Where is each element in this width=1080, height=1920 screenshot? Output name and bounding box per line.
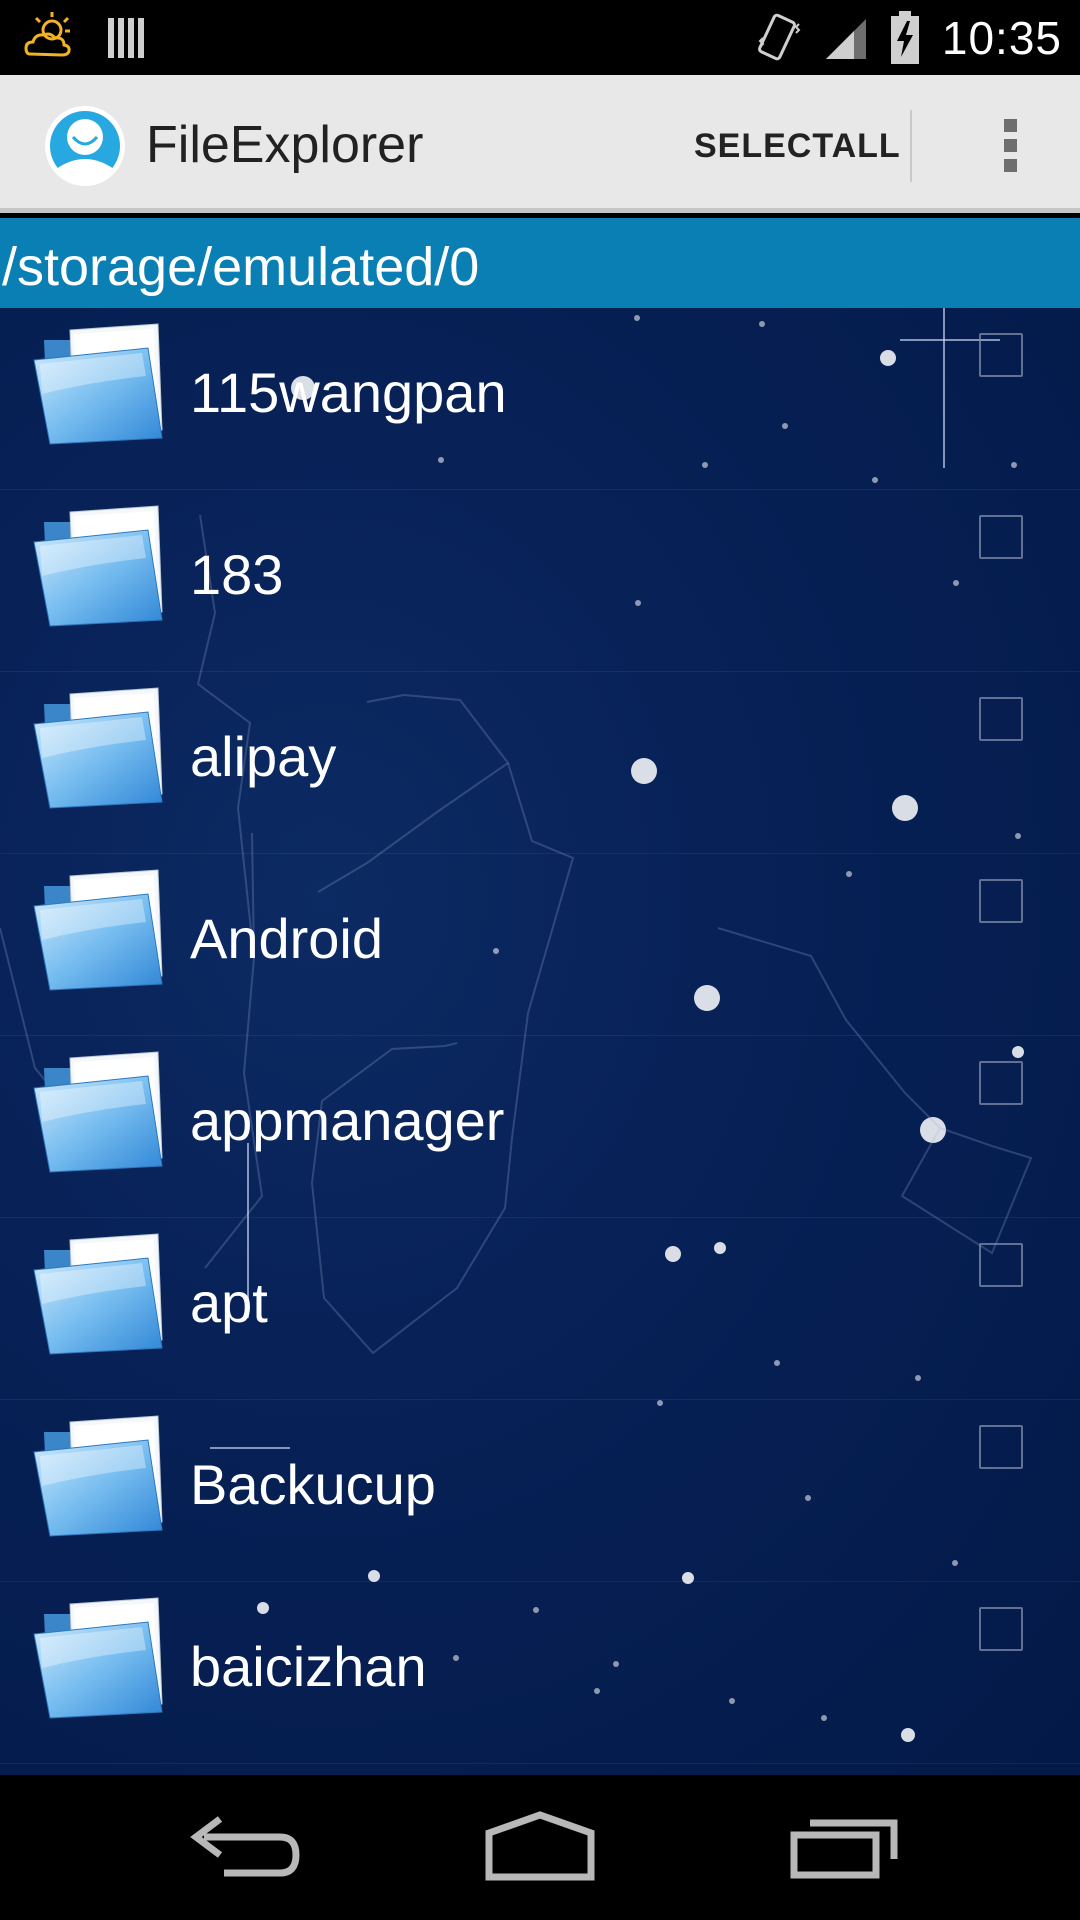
- list-item[interactable]: baicizhan: [0, 1582, 1080, 1764]
- folder-icon: [30, 684, 170, 814]
- select-checkbox[interactable]: [979, 879, 1023, 923]
- vibrate-icon: [757, 13, 801, 61]
- folder-icon: [30, 1230, 170, 1360]
- app-title: FileExplorer: [146, 116, 424, 174]
- file-name: Backucup: [190, 1453, 436, 1516]
- select-checkbox[interactable]: [979, 1607, 1023, 1651]
- select-all-button[interactable]: SELECTALL: [694, 127, 901, 166]
- recent-apps-icon[interactable]: [780, 1805, 910, 1895]
- select-checkbox[interactable]: [979, 1061, 1023, 1105]
- select-checkbox[interactable]: [979, 515, 1023, 559]
- list-item[interactable]: alipay: [0, 672, 1080, 854]
- screen: 10:35 FileExplorer SELECTALL /storage/em…: [0, 0, 1080, 1920]
- select-checkbox[interactable]: [979, 697, 1023, 741]
- home-icon[interactable]: [475, 1805, 605, 1895]
- navigation-bar: [0, 1775, 1080, 1920]
- list-item[interactable]: Backucup: [0, 1400, 1080, 1582]
- folder-icon: [30, 1048, 170, 1178]
- clock: 10:35: [941, 12, 1062, 64]
- select-checkbox[interactable]: [979, 1243, 1023, 1287]
- signal-icon: [825, 19, 866, 59]
- back-icon[interactable]: [174, 1805, 304, 1895]
- status-bar: 10:35: [0, 0, 1080, 75]
- battery-charging-icon: [890, 11, 919, 64]
- file-name: appmanager: [190, 1089, 505, 1152]
- list-item[interactable]: apt: [0, 1218, 1080, 1400]
- file-name: 115wangpan: [190, 361, 507, 424]
- current-path: /storage/emulated/0: [2, 237, 480, 297]
- overflow-menu-icon[interactable]: [980, 105, 1040, 185]
- action-bar-divider: [910, 110, 912, 182]
- folder-icon: [30, 502, 170, 632]
- list-item[interactable]: 115wangpan: [0, 308, 1080, 490]
- list-item[interactable]: 183: [0, 490, 1080, 672]
- file-list[interactable]: 115wangpan 183 alipay Android appmanager…: [0, 308, 1080, 1775]
- weather-sun-cloud-icon: [24, 12, 71, 57]
- action-bar: FileExplorer SELECTALL: [0, 75, 1080, 213]
- folder-icon: [30, 1594, 170, 1724]
- list-item[interactable]: Android: [0, 854, 1080, 1036]
- list-item[interactable]: appmanager: [0, 1036, 1080, 1218]
- storage-bars-icon: [108, 18, 144, 58]
- file-name: baicizhan: [190, 1635, 427, 1698]
- path-bar: /storage/emulated/0: [0, 218, 1080, 308]
- folder-icon: [30, 1412, 170, 1542]
- file-name: alipay: [190, 725, 337, 788]
- folder-icon: [30, 866, 170, 996]
- file-name: 183: [190, 543, 284, 606]
- folder-icon: [30, 320, 170, 450]
- smiling-user-icon[interactable]: [44, 105, 126, 187]
- file-name: Android: [190, 907, 384, 970]
- select-checkbox[interactable]: [979, 333, 1023, 377]
- file-name: apt: [190, 1271, 268, 1334]
- select-checkbox[interactable]: [979, 1425, 1023, 1469]
